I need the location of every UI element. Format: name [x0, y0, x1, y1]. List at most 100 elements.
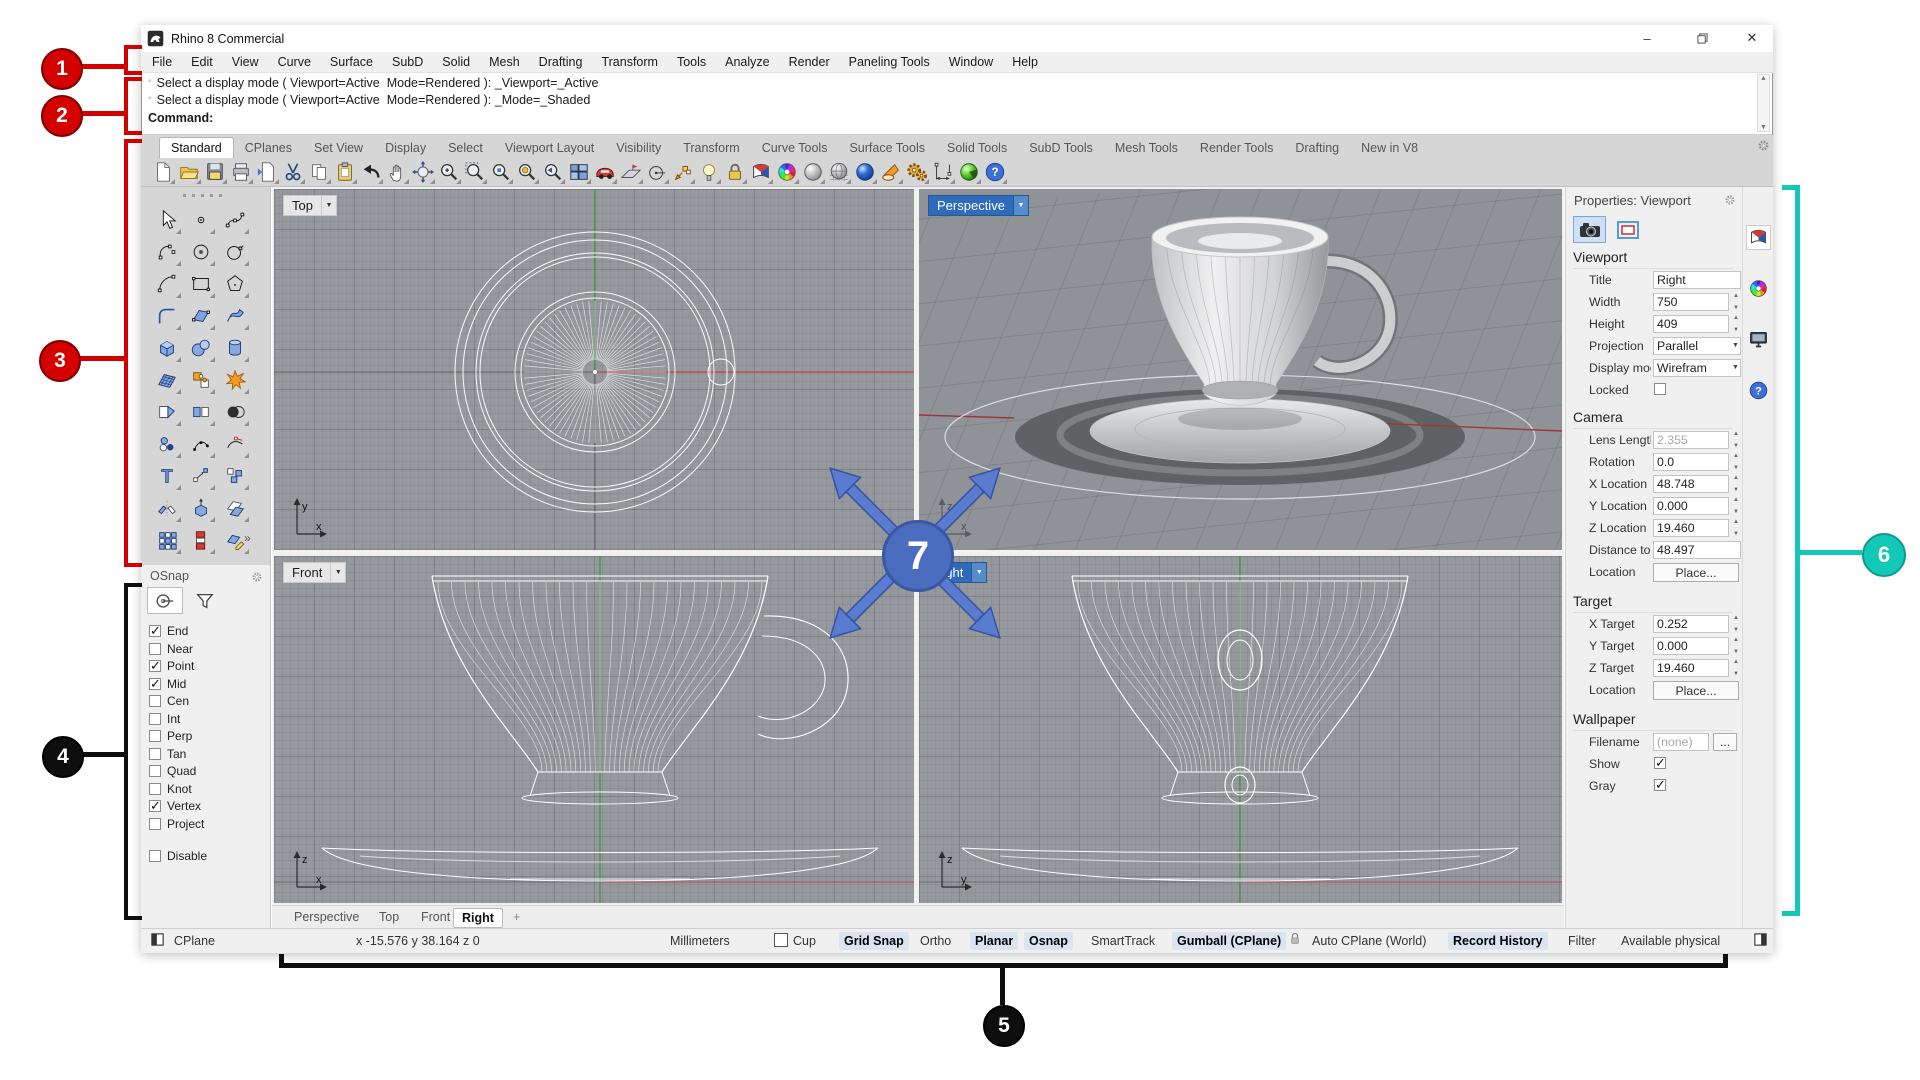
command-scrollbar[interactable]: ▲▼ [1757, 74, 1770, 132]
prop-button-target-location[interactable]: Place... [1653, 681, 1739, 700]
osnap-checkbox-end[interactable] [149, 625, 161, 637]
toolbar-icon-cut[interactable] [280, 159, 306, 185]
toolbar-icon-save[interactable] [202, 159, 228, 185]
osnap-checkbox-vertex[interactable] [149, 800, 161, 812]
viewport-label-front[interactable]: Front▼ [283, 562, 346, 583]
palette-icon-extrude[interactable] [186, 493, 216, 523]
toolbar-icon-zoom-back[interactable] [540, 159, 566, 185]
prop-checkbox-show[interactable] [1654, 757, 1666, 769]
prop-spinner-rotation[interactable]: ▲▼ [1731, 453, 1741, 471]
prop-button-camera-location[interactable]: Place... [1653, 563, 1739, 582]
tab-drafting[interactable]: Drafting [1284, 138, 1350, 158]
tab-set-view[interactable]: Set View [303, 138, 374, 158]
toolbar-icon-render-preview[interactable] [956, 159, 982, 185]
prop-value-z-target[interactable]: 19.460 [1653, 659, 1729, 677]
status-units[interactable]: Millimeters [665, 932, 735, 950]
tab-surface-tools[interactable]: Surface Tools [838, 138, 936, 158]
menu-item-solid[interactable]: Solid [442, 55, 470, 69]
toolbar-icon-sphere-shaded[interactable] [800, 159, 826, 185]
toolbar-icon-properties-flag[interactable] [748, 159, 774, 185]
osnap-checkbox-quad[interactable] [149, 765, 161, 777]
palette-icon-curve-points[interactable] [220, 205, 250, 235]
toolbar-icon-zoom-selected[interactable] [488, 159, 514, 185]
palette-icon-circle-tangent[interactable] [220, 237, 250, 267]
osnap-checkbox-near[interactable] [149, 643, 161, 655]
viewport-page-tab-right[interactable]: Right [453, 908, 503, 928]
palette-icon-array-grid[interactable] [152, 525, 182, 555]
menu-item-subd[interactable]: SubD [392, 55, 423, 69]
palette-icon-mirror[interactable] [152, 493, 182, 523]
prop-value-lens-length[interactable]: 2.355 [1653, 431, 1729, 449]
pane-toggle-left-icon[interactable] [145, 932, 170, 950]
tab-viewport-layout[interactable]: Viewport Layout [494, 138, 605, 158]
palette-icon-spheres[interactable] [186, 333, 216, 363]
toolbar-icon-import-page[interactable] [254, 159, 280, 185]
toolbar-icon-lock[interactable] [722, 159, 748, 185]
palette-icon-curve-handle[interactable] [220, 429, 250, 459]
prop-value-width[interactable]: 750 [1653, 293, 1729, 311]
palette-icon-boolean[interactable] [220, 397, 250, 427]
toolbar-icon-zoom-dynamic[interactable] [436, 159, 462, 185]
menu-item-paneling-tools[interactable]: Paneling Tools [849, 55, 930, 69]
menu-item-edit[interactable]: Edit [191, 55, 213, 69]
palette-icon-cylinder[interactable] [220, 333, 250, 363]
panel-tab-color-wheel[interactable] [1746, 276, 1771, 301]
prop-value-x-target[interactable]: 0.252 [1653, 615, 1729, 633]
filter-tab[interactable] [187, 587, 223, 614]
menu-item-drafting[interactable]: Drafting [539, 55, 583, 69]
toolbar-icon-zoom-window[interactable] [462, 159, 488, 185]
toolbar-icon-dimension[interactable] [930, 159, 956, 185]
toolbar-gear-icon[interactable] [1757, 139, 1770, 155]
toolbar-icon-open-folder[interactable] [176, 159, 202, 185]
toolbar-icon-leader[interactable] [670, 159, 696, 185]
viewport-page-tab-top[interactable]: Top [371, 908, 407, 926]
osnap-checkbox-point[interactable] [149, 660, 161, 672]
prop-value-x-location[interactable]: 48.748 [1653, 475, 1729, 493]
menu-item-surface[interactable]: Surface [330, 55, 373, 69]
menu-item-tools[interactable]: Tools [677, 55, 706, 69]
tab-visibility[interactable]: Visibility [605, 138, 672, 158]
toolbar-icon-bulb[interactable] [696, 159, 722, 185]
palette-drag-handle[interactable] [183, 194, 227, 197]
osnap-checkbox-project[interactable] [149, 818, 161, 830]
palette-icon-split[interactable] [186, 397, 216, 427]
menu-item-file[interactable]: File [152, 55, 172, 69]
palette-icon-explode[interactable] [220, 365, 250, 395]
palette-icon-select-arrow[interactable] [152, 205, 182, 235]
prop-spinner-height[interactable]: ▲▼ [1731, 315, 1741, 333]
tab-display[interactable]: Display [374, 138, 437, 158]
toolbar-icon-sphere-render[interactable] [852, 159, 878, 185]
palette-icon-text[interactable]: T [152, 461, 182, 491]
toolbar-icon-zoom-extents[interactable] [514, 159, 540, 185]
prop-spinner-x-target[interactable]: ▲▼ [1731, 615, 1741, 633]
palette-icon-block[interactable] [186, 525, 216, 555]
prop-value-display-mod[interactable]: Wirefram [1653, 359, 1741, 377]
prop-spinner-z-target[interactable]: ▲▼ [1731, 659, 1741, 677]
minimize-button[interactable]: – [1626, 25, 1668, 51]
toolbar-icon-spotlight[interactable] [878, 159, 904, 185]
toolbar-icon-gears[interactable] [904, 159, 930, 185]
prop-value-z-location[interactable]: 19.460 [1653, 519, 1729, 537]
menu-item-window[interactable]: Window [949, 55, 993, 69]
panel-tab-properties-flag[interactable] [1746, 225, 1771, 250]
status-layer[interactable]: Cup [769, 932, 821, 950]
toolbar-icon-viewport-layout[interactable] [566, 159, 592, 185]
osnap-gear-icon[interactable] [251, 571, 263, 586]
status-toggle-ortho[interactable]: Ortho [915, 932, 956, 950]
palette-icon-fillet-curve[interactable] [152, 301, 182, 331]
status-toggle-smarttrack[interactable]: SmartTrack [1086, 932, 1160, 950]
status-toggle-osnap[interactable]: Osnap [1024, 932, 1073, 950]
palette-icon-circle-center2[interactable] [186, 237, 216, 267]
viewport-label-top[interactable]: Top▼ [283, 195, 337, 216]
palette-icon-surface-grid[interactable] [152, 365, 182, 395]
prop-checkbox-gray[interactable] [1654, 779, 1666, 791]
prop-browse-button[interactable]: ... [1713, 733, 1737, 751]
palette-icon-points-toggle[interactable] [152, 429, 182, 459]
command-prompt[interactable]: Command: [148, 111, 213, 125]
prop-value-title[interactable]: Right [1653, 271, 1741, 289]
palette-icon-rectangle[interactable] [186, 269, 216, 299]
palette-icon-copy-array[interactable] [220, 461, 250, 491]
toolbar-icon-pan[interactable] [384, 159, 410, 185]
prop-spinner-z-location[interactable]: ▲▼ [1731, 519, 1741, 537]
tab-render-tools[interactable]: Render Tools [1189, 138, 1284, 158]
